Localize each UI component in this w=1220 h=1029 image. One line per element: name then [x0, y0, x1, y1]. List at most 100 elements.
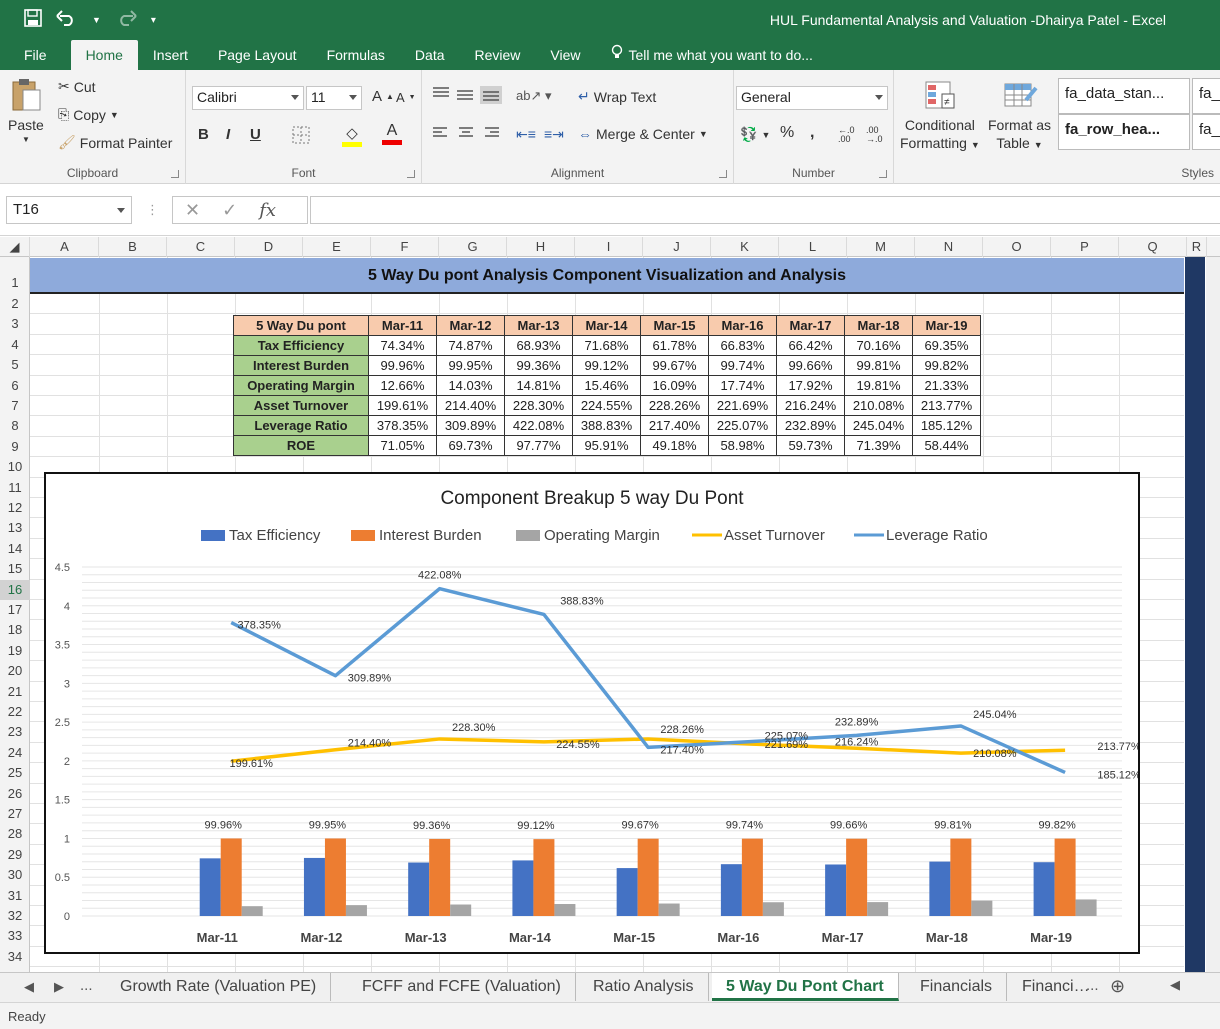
row-header[interactable]: 22 [0, 702, 30, 722]
middle-align-icon[interactable] [456, 88, 474, 102]
row-header[interactable]: 15 [0, 559, 30, 579]
format-as-table-button[interactable]: Format as Table ▼ [988, 80, 1051, 151]
number-format-combo[interactable]: General [736, 86, 888, 110]
column-header[interactable]: B [99, 237, 167, 257]
year-header-cell[interactable]: Mar-19 [912, 315, 981, 336]
tab-view[interactable]: View [535, 40, 595, 70]
merge-center-button[interactable]: ⇔ Merge & Center ▼ [578, 126, 708, 142]
formula-input[interactable] [310, 196, 1220, 224]
row-header[interactable]: 17 [0, 600, 30, 620]
row-header[interactable]: 34 [0, 947, 30, 967]
tab-file[interactable]: File [0, 40, 71, 70]
column-header[interactable]: A [31, 237, 99, 257]
column-header[interactable]: D [235, 237, 303, 257]
table-cell[interactable]: 185.12% [912, 415, 981, 436]
table-cell[interactable]: 228.26% [640, 395, 709, 416]
table-header-label[interactable]: 5 Way Du pont [233, 315, 369, 336]
italic-button[interactable]: I [226, 126, 230, 143]
row-header[interactable]: 25 [0, 763, 30, 783]
column-header[interactable]: I [575, 237, 643, 257]
table-cell[interactable]: 225.07% [708, 415, 777, 436]
year-header-cell[interactable]: Mar-18 [844, 315, 913, 336]
top-align-icon[interactable] [432, 86, 450, 100]
worksheet[interactable]: 5 Way Du pont Analysis Component Visuali… [30, 257, 1184, 972]
table-cell[interactable]: 99.82% [912, 355, 981, 376]
tab-home[interactable]: Home [70, 40, 138, 70]
year-header-cell[interactable]: Mar-15 [640, 315, 709, 336]
table-cell[interactable]: 99.74% [708, 355, 777, 376]
table-cell[interactable]: 17.74% [708, 375, 777, 396]
table-cell[interactable]: 19.81% [844, 375, 913, 396]
row-header[interactable]: 13 [0, 518, 30, 538]
clipboard-launcher-icon[interactable] [171, 170, 179, 178]
tab-page-layout[interactable]: Page Layout [203, 40, 312, 70]
customize-qat-icon[interactable]: ▾ [151, 15, 156, 26]
row-header[interactable]: 28 [0, 824, 30, 844]
table-cell[interactable]: 221.69% [708, 395, 777, 416]
row-header[interactable]: 26 [0, 784, 30, 804]
font-name-combo[interactable]: Calibri [192, 86, 304, 110]
row-header[interactable]: 30 [0, 865, 30, 885]
table-cell[interactable]: 99.96% [368, 355, 437, 376]
cell-style-next[interactable]: fa_ [1192, 78, 1220, 114]
table-cell[interactable]: 70.16% [844, 335, 913, 356]
scroll-tabs-left-icon[interactable]: ◀ [24, 979, 34, 995]
row-header[interactable]: 29 [0, 845, 30, 865]
table-cell[interactable]: 61.78% [640, 335, 709, 356]
row-header[interactable]: 8 [0, 416, 30, 436]
tell-me-box[interactable]: Tell me what you want to do... [596, 40, 828, 70]
more-sheets-left[interactable]: ... [80, 977, 93, 994]
row-header[interactable]: 7 [0, 396, 30, 416]
row-header[interactable]: 4 [0, 335, 30, 355]
undo-icon[interactable] [56, 10, 78, 30]
column-header[interactable]: R [1187, 237, 1207, 257]
year-header-cell[interactable]: Mar-12 [436, 315, 505, 336]
font-color-icon[interactable]: A [382, 122, 402, 145]
sheet-tab-ratio-analysis[interactable]: Ratio Analysis [579, 973, 709, 1001]
more-options-icon[interactable]: ⋮ [146, 202, 159, 218]
font-size-combo[interactable]: 11 [306, 86, 362, 110]
borders-icon[interactable] [292, 126, 310, 144]
tab-data[interactable]: Data [400, 40, 460, 70]
table-cell[interactable]: 99.95% [436, 355, 505, 376]
row-label-cell[interactable]: Asset Turnover [233, 395, 369, 416]
conditional-formatting-button[interactable]: ≠ Conditional Formatting ▼ [900, 80, 980, 151]
year-header-cell[interactable]: Mar-13 [504, 315, 573, 336]
sheet-tab-financials[interactable]: Financials [906, 973, 1008, 1001]
table-cell[interactable]: 21.33% [912, 375, 981, 396]
scroll-tabs-right-icon[interactable]: ▶ [54, 979, 64, 995]
tab-review[interactable]: Review [460, 40, 536, 70]
table-cell[interactable]: 66.83% [708, 335, 777, 356]
bold-button[interactable]: B [198, 126, 209, 143]
more-sheets-right[interactable]: ... [1086, 977, 1099, 994]
row-header[interactable]: 9 [0, 437, 30, 457]
year-header-cell[interactable]: Mar-14 [572, 315, 641, 336]
row-header[interactable]: 14 [0, 539, 30, 559]
column-header[interactable]: H [507, 237, 575, 257]
new-sheet-icon[interactable]: ⊕ [1110, 976, 1125, 997]
name-box[interactable]: T16 [6, 196, 132, 224]
table-cell[interactable]: 71.39% [844, 435, 913, 456]
accounting-format-icon[interactable]: 💱 ▼ [740, 126, 770, 143]
align-right-icon[interactable] [484, 126, 500, 140]
table-cell[interactable]: 214.40% [436, 395, 505, 416]
table-cell[interactable]: 17.92% [776, 375, 845, 396]
row-header[interactable]: 3 [0, 314, 30, 334]
table-cell[interactable]: 213.77% [912, 395, 981, 416]
row-header[interactable]: 19 [0, 641, 30, 661]
table-cell[interactable]: 378.35% [368, 415, 437, 436]
table-cell[interactable]: 69.35% [912, 335, 981, 356]
table-cell[interactable]: 216.24% [776, 395, 845, 416]
align-center-icon[interactable] [458, 126, 474, 140]
column-header[interactable]: L [779, 237, 847, 257]
orientation-icon[interactable]: ab↗ ▾ [516, 88, 552, 104]
table-cell[interactable]: 199.61% [368, 395, 437, 416]
comma-style-button[interactable]: , [810, 124, 814, 142]
row-header[interactable]: 2 [0, 294, 30, 314]
table-cell[interactable]: 71.68% [572, 335, 641, 356]
row-header[interactable]: 11 [0, 478, 30, 498]
sheet-tab-5-way-du-pont-chart[interactable]: 5 Way Du Pont Chart [712, 973, 899, 1001]
row-header[interactable]: 24 [0, 743, 30, 763]
table-cell[interactable]: 15.46% [572, 375, 641, 396]
table-cell[interactable]: 74.34% [368, 335, 437, 356]
